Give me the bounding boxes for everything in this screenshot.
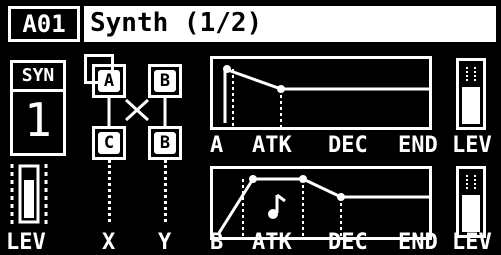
patch-id: A01: [22, 10, 66, 38]
algorithm-connections: [107, 98, 167, 126]
main-level-meter[interactable]: [10, 162, 48, 226]
y-connector: [164, 160, 167, 222]
page-title-bar: Synth (1/2): [84, 6, 496, 42]
synth-type-box[interactable]: SYN 1: [10, 60, 66, 156]
header: A01 Synth (1/2): [0, 0, 501, 44]
main-level-meter-graphic: [10, 164, 48, 224]
synth-type-label: SYN: [13, 63, 63, 92]
envelope-b-graph: [217, 175, 429, 237]
envelope-a-dec-label: DEC: [328, 133, 368, 158]
envelope-b-op-label: B: [210, 230, 224, 255]
level-meter-a[interactable]: [456, 58, 486, 130]
level-meter-b-fill: [462, 175, 480, 232]
envelope-a-op-label: A: [210, 133, 224, 158]
main-lev-label: LEV: [6, 230, 46, 255]
envelope-a-box[interactable]: [210, 56, 432, 130]
x-label: X: [102, 230, 116, 255]
y-label: Y: [158, 230, 172, 255]
patch-id-box[interactable]: A01: [8, 6, 80, 42]
envelope-b-atk-label: ATK: [252, 230, 292, 255]
page-title: Synth (1/2): [90, 8, 263, 38]
envelope-b-dec-label: DEC: [328, 230, 368, 255]
envelope-a-atk-label: ATK: [252, 133, 292, 158]
envelope-b-end-label: END: [398, 230, 438, 255]
envelope-a-graph: [223, 65, 429, 127]
envelope-a-end-label: END: [398, 133, 438, 158]
envelope-a-lev-label: LEV: [452, 133, 492, 158]
music-note-icon: [268, 193, 286, 219]
envelope-b-box[interactable]: [210, 166, 432, 240]
level-meter-b[interactable]: [456, 166, 486, 238]
level-meter-a-fill: [462, 67, 480, 124]
synth-type-value: 1: [24, 93, 52, 147]
algorithm-diagram[interactable]: A B C B: [84, 54, 196, 184]
x-connector: [108, 160, 111, 222]
envelope-b-lev-label: LEV: [452, 230, 492, 255]
